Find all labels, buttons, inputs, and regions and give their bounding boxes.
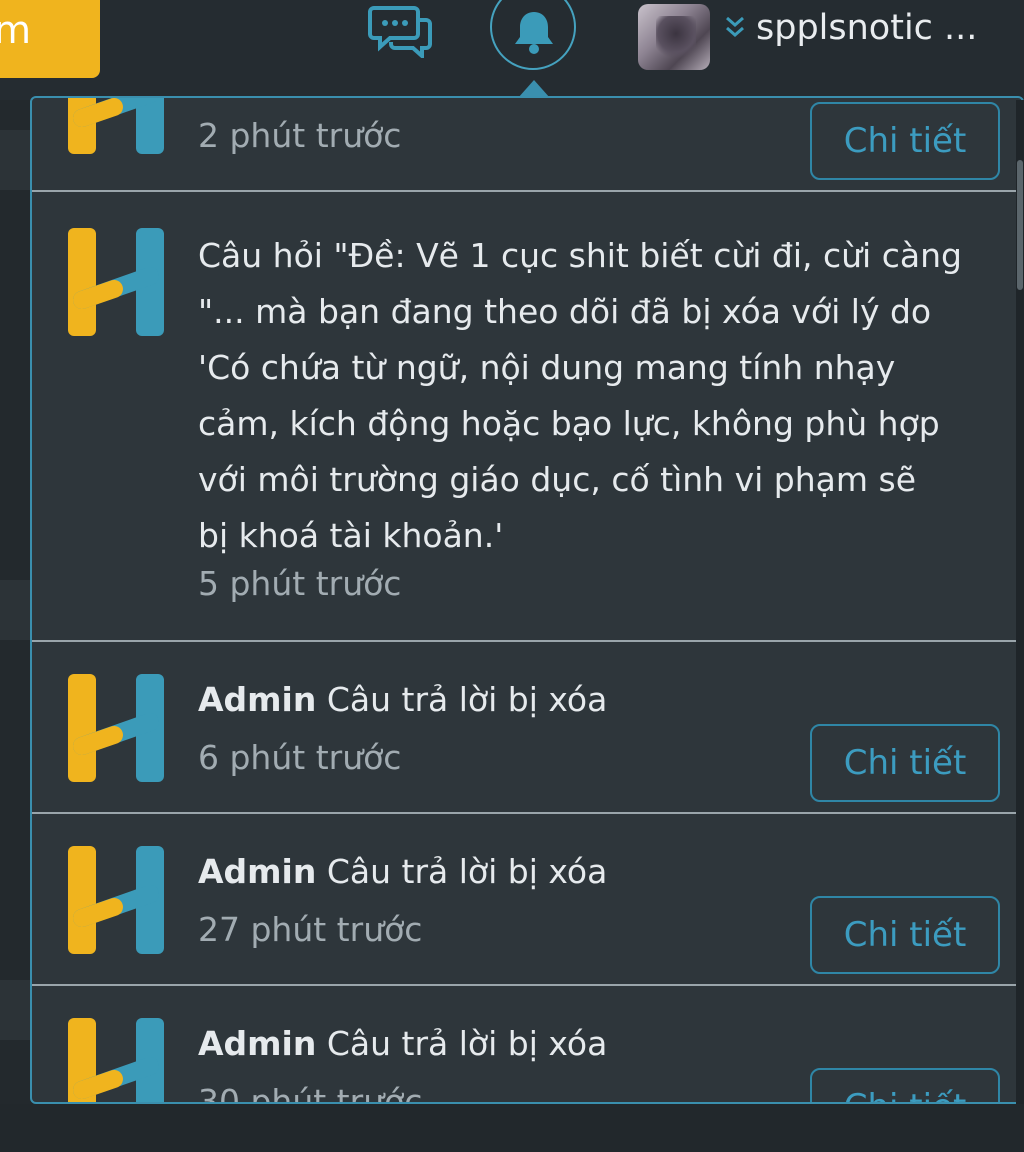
notification-item[interactable]: 2 phút trước Chi tiết [32,98,1022,192]
notification-time: 6 phút trước [198,738,402,777]
chat-bubbles-icon[interactable] [368,2,434,61]
notification-time: 30 phút trước [198,1082,423,1104]
notification-text: Câu trả lời bị xóa [326,1024,608,1063]
top-navigation-bar: m spplsnotic ... [0,0,1024,100]
notification-time: 27 phút trước [198,910,423,949]
notification-sender: Admin [198,680,317,719]
top-left-button[interactable]: m [0,0,100,78]
notification-time: 5 phút trước [198,564,402,603]
notification-message: Admin Câu trả lời bị xóa [198,1016,998,1072]
page-scrollbar-thumb[interactable] [1017,160,1023,290]
h-logo-icon [68,228,164,336]
avatar[interactable] [638,4,710,70]
notification-item[interactable]: Admin Câu trả lời bị xóa 27 phút trước C… [32,814,1022,986]
detail-button[interactable]: Chi tiết [810,1068,1000,1102]
double-chevron-down-icon[interactable] [724,12,746,42]
notification-text: Câu trả lời bị xóa [326,680,608,719]
notification-time: 2 phút trước [198,116,402,155]
notification-sender: Admin [198,1024,317,1063]
h-logo-icon [68,1018,164,1104]
h-logo-icon [68,846,164,954]
notification-message: Admin Câu trả lời bị xóa [198,844,998,900]
detail-button[interactable]: Chi tiết [810,102,1000,180]
notification-item[interactable]: Câu hỏi "Đề: Vẽ 1 cục shit biết cừi đi, … [32,192,1022,642]
notification-sender: Admin [198,852,317,891]
page-background-bottom [0,1104,1024,1152]
notifications-dropdown: 2 phút trước Chi tiết Câu hỏi "Đề: Vẽ 1 … [30,96,1024,1104]
h-logo-icon [68,674,164,782]
notification-text: Câu trả lời bị xóa [326,852,608,891]
h-logo-icon [68,96,164,154]
notification-item[interactable]: Admin Câu trả lời bị xóa 30 phút trước C… [32,986,1022,1104]
notification-bell-button[interactable] [490,0,576,70]
bell-icon [515,12,553,54]
notification-message: Câu hỏi "Đề: Vẽ 1 cục shit biết cừi đi, … [198,236,962,555]
notification-message: Admin Câu trả lời bị xóa [198,672,998,728]
detail-button[interactable]: Chi tiết [810,896,1000,974]
detail-button[interactable]: Chi tiết [810,724,1000,802]
notification-item[interactable]: Admin Câu trả lời bị xóa 6 phút trước Ch… [32,642,1022,814]
left-sidebar-strip [0,100,30,1152]
username-label[interactable]: spplsnotic ... [756,6,977,50]
